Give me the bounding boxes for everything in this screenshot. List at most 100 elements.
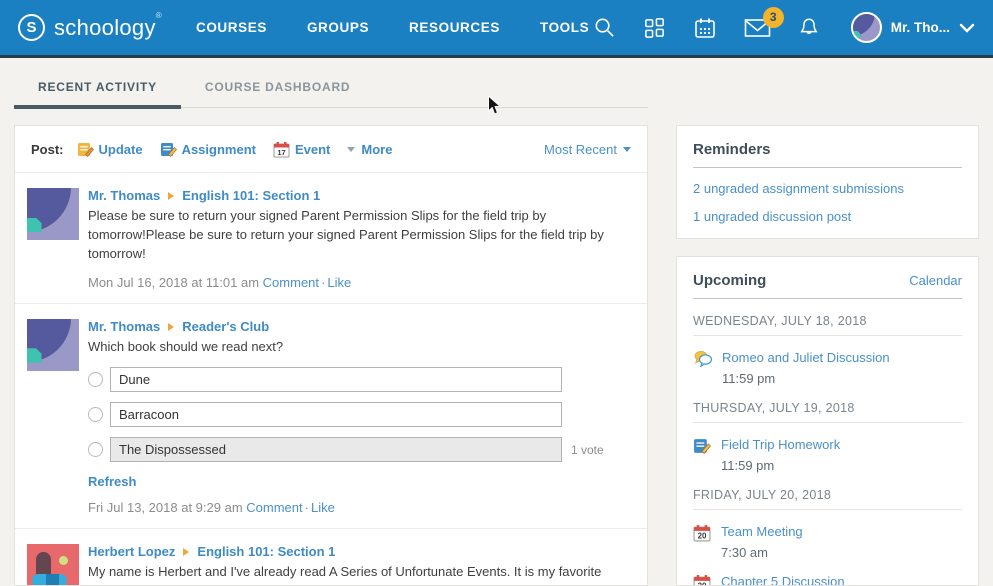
svg-text:20: 20 bbox=[698, 582, 707, 586]
avatar[interactable] bbox=[27, 188, 79, 240]
upcoming-card: Upcoming Calendar WEDNESDAY, JULY 18, 20… bbox=[676, 256, 979, 586]
upcoming-event: 20 Team Meeting 7:30 am bbox=[693, 523, 962, 560]
post-label: Post: bbox=[31, 142, 64, 157]
avatar[interactable] bbox=[27, 319, 79, 371]
reminder-ungraded-assignments-link[interactable]: 2 ungraded assignment submissions bbox=[693, 181, 962, 196]
assignment-icon bbox=[160, 141, 177, 158]
breadcrumb-arrow-icon bbox=[168, 192, 174, 200]
post-course-link[interactable]: Reader's Club bbox=[182, 319, 269, 334]
tab-recent-activity[interactable]: RECENT ACTIVITY bbox=[14, 72, 181, 107]
update-icon bbox=[77, 141, 94, 158]
post-assignment-button[interactable]: Assignment bbox=[160, 141, 256, 158]
comment-link[interactable]: Comment bbox=[246, 500, 302, 515]
navbar-icons: 3 Mr. Tho... bbox=[593, 12, 975, 43]
sort-caret-icon bbox=[623, 147, 631, 152]
nav-link-tools[interactable]: TOOLS bbox=[540, 20, 589, 35]
like-link[interactable]: Like bbox=[327, 275, 351, 290]
post-date: Fri Jul 13, 2018 at 9:29 am bbox=[88, 500, 243, 515]
post-body: My name is Herbert and I've already read… bbox=[88, 563, 631, 586]
breadcrumb-arrow-icon bbox=[183, 548, 189, 556]
poll-radio[interactable] bbox=[88, 442, 103, 457]
poll: Dune Barracoon The Dispossessed 1 vote bbox=[88, 367, 631, 462]
messages-badge: 3 bbox=[763, 7, 784, 28]
poll-refresh-link[interactable]: Refresh bbox=[88, 474, 136, 489]
event-link[interactable]: Field Trip Homework bbox=[721, 437, 840, 452]
calendar-link[interactable]: Calendar bbox=[909, 273, 962, 288]
post-author-link[interactable]: Mr. Thomas bbox=[88, 319, 160, 334]
poll-option[interactable]: The Dispossessed bbox=[110, 437, 562, 462]
reminders-title: Reminders bbox=[693, 141, 771, 158]
event-time: 11:59 pm bbox=[722, 371, 890, 386]
poll-option-row: Dune bbox=[88, 367, 631, 392]
more-caret-icon bbox=[347, 147, 355, 152]
post-course-link[interactable]: English 101: Section 1 bbox=[197, 544, 335, 559]
search-icon[interactable] bbox=[593, 16, 616, 39]
vote-count: 1 vote bbox=[571, 443, 604, 457]
event-time: 7:30 am bbox=[721, 545, 803, 560]
comment-link[interactable]: Comment bbox=[263, 275, 319, 290]
day-header: THURSDAY, JULY 19, 2018 bbox=[693, 401, 962, 423]
nav-link-groups[interactable]: GROUPS bbox=[307, 20, 369, 35]
nav-link-courses[interactable]: COURSES bbox=[196, 20, 267, 35]
event-link[interactable]: Team Meeting bbox=[721, 524, 803, 539]
poll-option[interactable]: Dune bbox=[110, 367, 562, 392]
feed-post: Mr. Thomas English 101: Section 1 Please … bbox=[15, 173, 647, 304]
feed-post: Mr. Thomas Reader's Club Which book shoul… bbox=[15, 304, 647, 530]
post-update-button[interactable]: Update bbox=[77, 141, 143, 158]
event-link[interactable]: Romeo and Juliet Discussion bbox=[722, 350, 890, 365]
tab-course-dashboard[interactable]: COURSE DASHBOARD bbox=[181, 72, 374, 107]
day-header: FRIDAY, JULY 20, 2018 bbox=[693, 488, 962, 510]
poll-radio[interactable] bbox=[88, 407, 103, 422]
post-author-link[interactable]: Mr. Thomas bbox=[88, 188, 160, 203]
day-header: WEDNESDAY, JULY 18, 2018 bbox=[693, 314, 962, 336]
poll-option-row: Barracoon bbox=[88, 402, 631, 427]
post-title: Herbert Lopez English 101: Section 1 bbox=[88, 544, 631, 559]
svg-text:17: 17 bbox=[277, 148, 285, 157]
apps-grid-icon[interactable] bbox=[643, 16, 666, 39]
post-meta: Fri Jul 13, 2018 at 9:29 am Comment·Like bbox=[88, 500, 631, 515]
upcoming-event: Field Trip Homework 11:59 pm bbox=[693, 436, 962, 473]
nav-link-resources[interactable]: RESOURCES bbox=[409, 20, 500, 35]
reminder-ungraded-discussion-link[interactable]: 1 ungraded discussion post bbox=[693, 209, 962, 224]
upcoming-event: Romeo and Juliet Discussion 11:59 pm bbox=[693, 349, 962, 386]
event-icon: 17 bbox=[273, 141, 290, 158]
dashboard-tabs: RECENT ACTIVITY COURSE DASHBOARD bbox=[14, 72, 648, 108]
post-body: Please be sure to return your signed Par… bbox=[88, 207, 631, 264]
post-date: Mon Jul 16, 2018 at 11:01 am bbox=[88, 275, 259, 290]
upcoming-title: Upcoming bbox=[693, 272, 766, 289]
primary-nav: COURSES GROUPS RESOURCES TOOLS bbox=[196, 20, 589, 35]
post-meta: Mon Jul 16, 2018 at 11:01 am Comment·Lik… bbox=[88, 275, 631, 290]
upcoming-event: 20 Chapter 5 Discussion bbox=[693, 573, 962, 586]
assignment-icon bbox=[693, 437, 711, 455]
event-link[interactable]: Chapter 5 Discussion bbox=[721, 574, 845, 586]
user-menu[interactable]: Mr. Tho... bbox=[851, 12, 975, 43]
poll-radio[interactable] bbox=[88, 372, 103, 387]
breadcrumb-arrow-icon bbox=[168, 323, 174, 331]
like-link[interactable]: Like bbox=[311, 500, 335, 515]
post-course-link[interactable]: English 101: Section 1 bbox=[182, 188, 320, 203]
poll-option[interactable]: Barracoon bbox=[110, 402, 562, 427]
calendar-day-icon: 20 bbox=[693, 524, 711, 542]
schoology-s-icon: S bbox=[18, 14, 45, 41]
post-more-button[interactable]: More bbox=[361, 142, 392, 157]
sort-dropdown[interactable]: Most Recent bbox=[544, 142, 631, 157]
activity-feed: Post: Update Assignment 17 Event More Mo… bbox=[14, 125, 648, 586]
reminders-card: Reminders 2 ungraded assignment submissi… bbox=[676, 125, 979, 239]
post-author-link[interactable]: Herbert Lopez bbox=[88, 544, 175, 559]
user-avatar bbox=[851, 12, 882, 43]
user-name: Mr. Tho... bbox=[891, 20, 950, 35]
poll-question: Which book should we read next? bbox=[88, 338, 631, 357]
poll-option-row: The Dispossessed 1 vote bbox=[88, 437, 631, 462]
notifications-bell-icon[interactable] bbox=[798, 16, 820, 39]
post-event-button[interactable]: 17 Event bbox=[273, 141, 330, 158]
calendar-icon[interactable] bbox=[693, 16, 717, 40]
svg-text:20: 20 bbox=[698, 532, 707, 541]
messages-icon[interactable]: 3 bbox=[744, 17, 771, 39]
schoology-logo[interactable]: S schoology® bbox=[18, 14, 162, 41]
post-title: Mr. Thomas Reader's Club bbox=[88, 319, 631, 334]
feed-post: Herbert Lopez English 101: Section 1 My n… bbox=[15, 529, 647, 586]
event-time: 11:59 pm bbox=[721, 458, 840, 473]
post-title: Mr. Thomas English 101: Section 1 bbox=[88, 188, 631, 203]
avatar[interactable] bbox=[27, 544, 79, 586]
brand-name: schoology® bbox=[54, 15, 162, 41]
